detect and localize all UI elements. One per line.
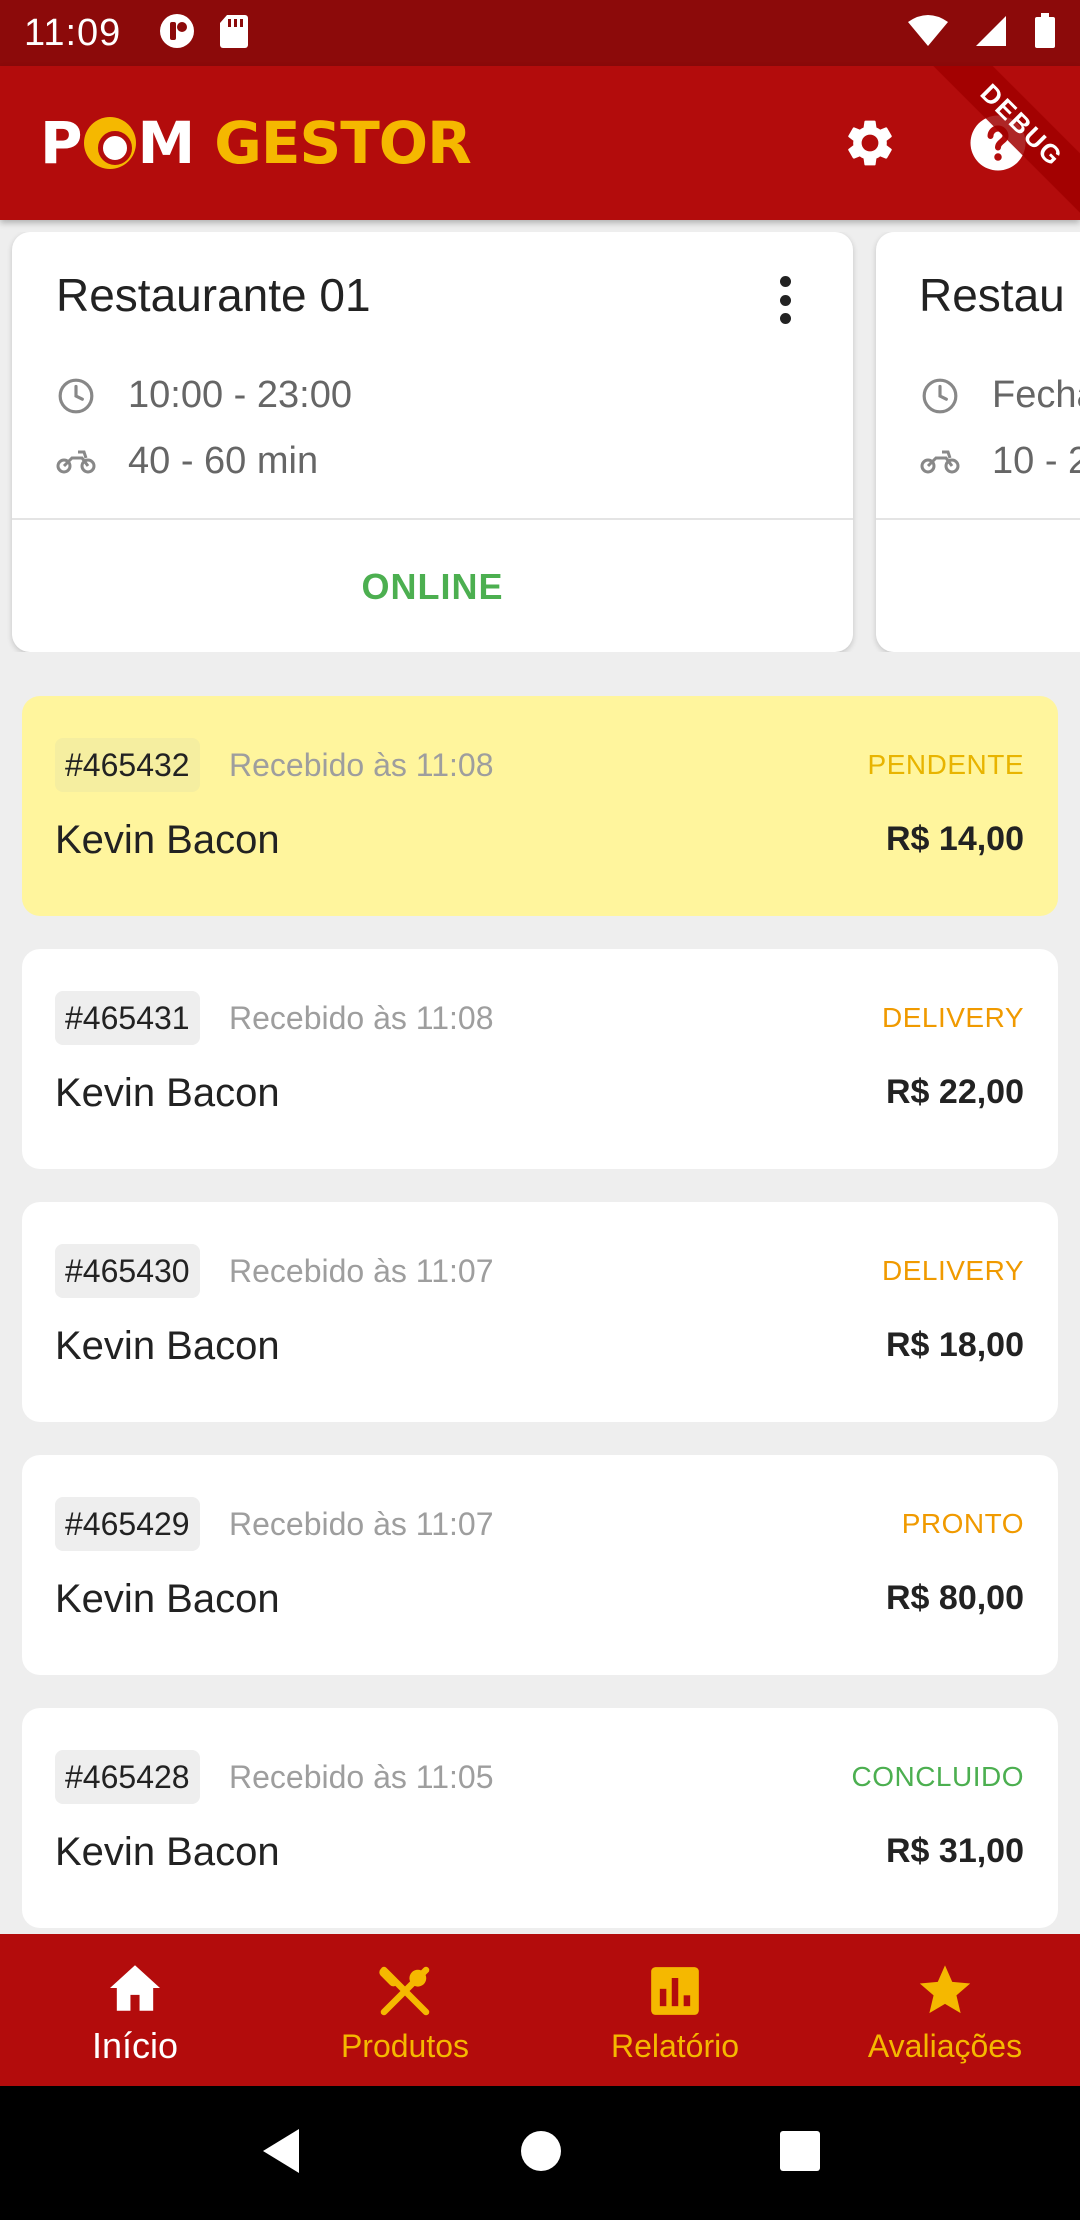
opening-hours: Fecha bbox=[920, 374, 1080, 417]
settings-button[interactable] bbox=[838, 111, 902, 175]
recents-button[interactable] bbox=[779, 2130, 821, 2177]
sd-card-icon bbox=[219, 13, 249, 54]
nav-label: Avaliações bbox=[867, 2027, 1023, 2064]
gear-icon bbox=[848, 120, 892, 166]
order-id: #465429 bbox=[55, 1497, 200, 1551]
customer-name: Kevin Bacon bbox=[55, 818, 280, 862]
delivery-time: 40 - 60 min bbox=[56, 440, 318, 483]
nav-item-avaliacoes[interactable]: Avaliações bbox=[810, 1934, 1080, 2086]
restaurant-card[interactable]: Restau Fecha 10 - 2 bbox=[876, 232, 1080, 652]
status-bar: 11:09 bbox=[0, 0, 1080, 66]
order-card[interactable]: #465432 Recebido às 11:08 PENDENTE Kevin… bbox=[22, 696, 1058, 916]
battery-icon bbox=[1034, 12, 1056, 54]
home-button[interactable] bbox=[520, 2130, 562, 2177]
nav-item-produtos[interactable]: Produtos bbox=[270, 1934, 540, 2086]
customer-name: Kevin Bacon bbox=[55, 1830, 280, 1874]
clock-icon bbox=[56, 377, 96, 415]
order-id: #465428 bbox=[55, 1750, 200, 1804]
restaurant-name: Restau bbox=[919, 269, 1065, 321]
order-card[interactable]: #465430 Recebido às 11:07 DELIVERY Kevin… bbox=[22, 1202, 1058, 1422]
nav-label: Produtos bbox=[340, 2027, 470, 2064]
order-received-time: Recebido às 11:07 bbox=[229, 1506, 494, 1542]
app-bar: P M GESTOR DEBUG bbox=[0, 66, 1080, 220]
divider bbox=[876, 518, 1080, 520]
order-card[interactable]: #465431 Recebido às 11:08 DELIVERY Kevin… bbox=[22, 949, 1058, 1169]
nav-item-relatorio[interactable]: Relatório bbox=[540, 1934, 810, 2086]
opening-hours: 10:00 - 23:00 bbox=[56, 374, 352, 417]
bottom-navigation: Início Produtos Relatório Avaliações bbox=[0, 1934, 1080, 2086]
motorcycle-icon bbox=[920, 448, 960, 476]
order-status: PENDENTE bbox=[867, 749, 1024, 780]
order-total: R$ 31,00 bbox=[886, 1832, 1024, 1870]
motorcycle-icon bbox=[56, 448, 96, 476]
order-status: DELIVERY bbox=[882, 1002, 1024, 1033]
order-status: CONCLUIDO bbox=[851, 1761, 1024, 1792]
order-total: R$ 22,00 bbox=[886, 1073, 1024, 1111]
signal-icon bbox=[974, 14, 1008, 53]
recents-icon bbox=[780, 2130, 821, 2171]
home-icon bbox=[107, 1957, 163, 2019]
order-received-time: Recebido às 11:05 bbox=[229, 1759, 494, 1795]
back-icon bbox=[262, 2128, 299, 2173]
status-time: 11:09 bbox=[24, 11, 122, 54]
restaurant-name: Restaurante 01 bbox=[56, 269, 371, 321]
order-status: DELIVERY bbox=[882, 1255, 1024, 1286]
order-id: #465431 bbox=[55, 991, 200, 1045]
bar-chart-icon bbox=[649, 1960, 701, 2022]
order-received-time: Recebido às 11:08 bbox=[229, 747, 494, 783]
order-id: #465430 bbox=[55, 1244, 200, 1298]
customer-name: Kevin Bacon bbox=[55, 1577, 280, 1621]
clock-icon bbox=[920, 377, 960, 415]
order-received-time: Recebido às 11:08 bbox=[229, 1000, 494, 1036]
nav-item-inicio[interactable]: Início bbox=[0, 1934, 270, 2086]
order-received-time: Recebido às 11:07 bbox=[229, 1253, 494, 1289]
nav-label: Relatório bbox=[610, 2027, 740, 2064]
order-total: R$ 14,00 bbox=[886, 820, 1024, 858]
star-icon bbox=[917, 1960, 973, 2022]
delivery-time: 10 - 2 bbox=[920, 440, 1080, 483]
back-button[interactable] bbox=[259, 2127, 303, 2180]
utensils-icon bbox=[377, 1960, 433, 2022]
wifi-icon bbox=[908, 14, 948, 53]
app-notification-icon bbox=[159, 13, 195, 54]
system-navigation-bar bbox=[0, 2086, 1080, 2220]
more-options-icon[interactable] bbox=[777, 276, 793, 324]
order-card[interactable]: #465428 Recebido às 11:05 CONCLUIDO Kevi… bbox=[22, 1708, 1058, 1928]
app-logo: P M GESTOR bbox=[40, 109, 472, 177]
nav-label: Início bbox=[91, 2025, 179, 2066]
customer-name: Kevin Bacon bbox=[55, 1071, 280, 1115]
order-total: R$ 80,00 bbox=[886, 1579, 1024, 1617]
restaurant-card[interactable]: Restaurante 01 10:00 - 23:00 40 - 60 min… bbox=[12, 232, 853, 652]
restaurant-carousel[interactable]: Restaurante 01 10:00 - 23:00 40 - 60 min… bbox=[0, 232, 1080, 652]
restaurant-status-toggle[interactable]: ONLINE bbox=[12, 566, 853, 608]
home-circle-icon bbox=[520, 2130, 561, 2171]
logo-mascot-icon bbox=[83, 117, 136, 169]
order-card[interactable]: #465429 Recebido às 11:07 PRONTO Kevin B… bbox=[22, 1455, 1058, 1675]
order-total: R$ 18,00 bbox=[886, 1326, 1024, 1364]
order-status: PRONTO bbox=[901, 1508, 1024, 1539]
divider bbox=[12, 518, 853, 520]
customer-name: Kevin Bacon bbox=[55, 1324, 280, 1368]
order-id: #465432 bbox=[55, 738, 200, 792]
